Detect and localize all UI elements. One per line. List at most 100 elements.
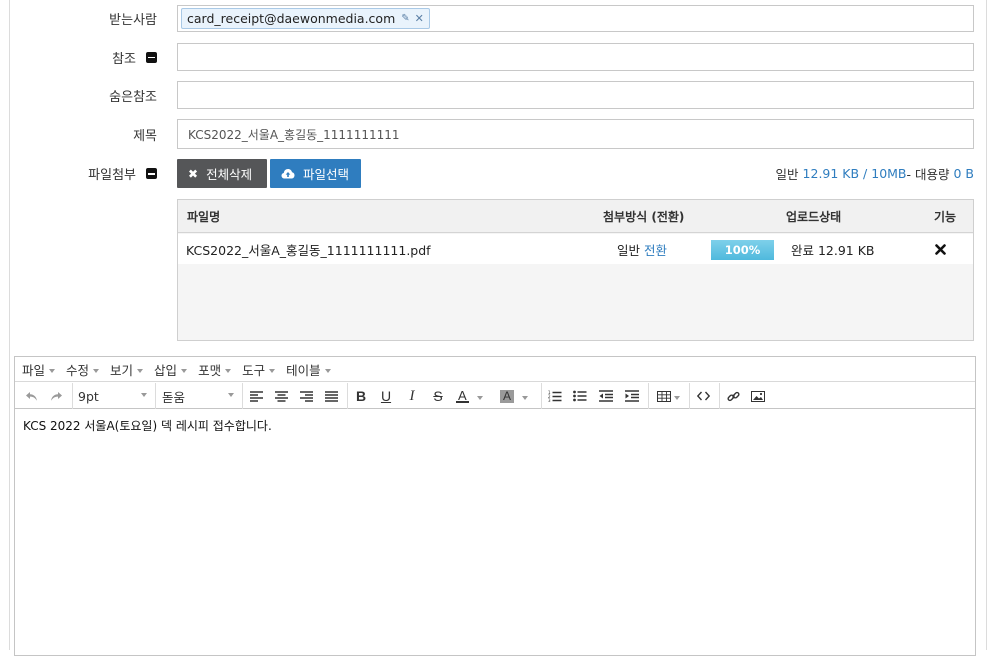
svg-text:3: 3 <box>548 398 551 402</box>
menu-item[interactable]: 포맷 <box>198 360 232 379</box>
editor-toolbar: 9pt 돋움 B U I S A A 1 2 3 <box>15 383 975 409</box>
numbered-list-icon: 123 <box>548 390 562 402</box>
menu-item-label: 파일 <box>22 362 46 378</box>
edit-pencil-icon[interactable]: ✎ <box>401 13 409 24</box>
delete-all-button[interactable]: ✖ 전체삭제 <box>177 159 267 188</box>
quota-prefix: 일반 <box>775 167 799 182</box>
cc-field[interactable] <box>177 43 974 71</box>
switch-method-link[interactable]: 전환 <box>644 240 667 259</box>
font-family-select[interactable]: 돋움 <box>156 383 242 409</box>
select-file-button[interactable]: 파일선택 <box>270 159 361 188</box>
menu-item-label: 도구 <box>242 362 266 378</box>
toolbar-separator <box>541 383 542 409</box>
bcc-field[interactable] <box>177 81 974 109</box>
rich-text-editor: 파일 수정 보기 삽입 포맷 도구 테이블 9pt 돋움 B U I S A A… <box>14 356 976 656</box>
underline-icon: U <box>380 388 392 404</box>
align-left-button[interactable] <box>244 383 268 409</box>
recipient-tag[interactable]: card_receipt@daewonmedia.com ✎ ✕ <box>181 8 430 29</box>
col-filename: 파일명 <box>187 209 221 224</box>
chevron-down-icon <box>269 368 276 373</box>
font-family-value: 돋움 <box>162 389 186 405</box>
quota-large: 0 B <box>953 166 974 181</box>
bold-button[interactable]: B <box>349 383 373 409</box>
align-right-button[interactable] <box>294 383 318 409</box>
attach-collapse-icon[interactable] <box>146 168 157 179</box>
cloud-upload-icon <box>281 168 295 179</box>
chevron-down-icon <box>93 368 100 373</box>
quota-used: 12.91 KB / 10MB <box>802 166 907 181</box>
bcc-label: 숨은참조 <box>109 89 157 105</box>
attachment-table-header: 파일명 첨부방식 (전환) 업로드상태 기능 <box>178 200 973 233</box>
redo-icon <box>50 391 62 401</box>
cc-input[interactable] <box>178 44 973 70</box>
align-justify-button[interactable] <box>319 383 343 409</box>
col-upload-status: 업로드상태 <box>786 209 842 224</box>
attach-label-wrap: 파일첨부 <box>88 159 157 188</box>
menu-item[interactable]: 수정 <box>66 360 100 379</box>
menu-item[interactable]: 삽입 <box>154 360 188 379</box>
text-color-button[interactable]: A <box>452 383 492 409</box>
chevron-down-icon <box>522 395 529 400</box>
editor-body-text[interactable]: KCS 2022 서울A(토요일) 덱 레시피 접수합니다. <box>23 417 272 434</box>
to-field[interactable]: card_receipt@daewonmedia.com ✎ ✕ <box>177 5 974 32</box>
upload-status: 완료 12.91 KB <box>791 242 875 258</box>
menu-item[interactable]: 보기 <box>110 360 144 379</box>
indent-button[interactable] <box>620 383 644 409</box>
indent-icon <box>625 390 639 402</box>
insert-link-button[interactable] <box>721 383 745 409</box>
menu-item[interactable]: 도구 <box>242 360 276 379</box>
bcc-row: 숨은참조 <box>0 81 995 109</box>
toolbar-separator <box>648 383 649 409</box>
cc-collapse-icon[interactable] <box>146 51 157 63</box>
source-code-button[interactable] <box>691 383 715 409</box>
table-icon <box>656 390 671 402</box>
chevron-down-icon <box>181 368 188 373</box>
cc-row: 참조 <box>0 43 995 71</box>
toolbar-separator <box>242 383 243 409</box>
insert-image-button[interactable] <box>746 383 770 409</box>
col-method: 첨부방식 (전환) <box>603 209 685 224</box>
italic-icon: I <box>409 387 415 404</box>
redo-button[interactable] <box>44 383 68 409</box>
quota-separator: - 대용량 <box>906 167 950 182</box>
subject-field[interactable] <box>177 119 974 149</box>
background-color-button[interactable]: A <box>496 383 536 409</box>
align-center-button[interactable] <box>269 383 293 409</box>
delete-x-icon: ✖ <box>188 166 199 181</box>
chevron-down-icon <box>141 393 147 397</box>
table-button[interactable] <box>650 383 686 409</box>
align-center-icon <box>274 390 288 402</box>
chevron-down-icon <box>673 395 680 400</box>
italic-button[interactable]: I <box>400 383 424 409</box>
toolbar-separator <box>719 383 720 409</box>
align-left-icon <box>249 390 263 402</box>
attachment-row: KCS2022_서울A_홍길동_1111111111.pdf 일반 전환 100… <box>178 234 973 264</box>
attachment-method: 일반 전환 <box>617 234 667 264</box>
menu-item-label: 수정 <box>66 362 90 378</box>
menu-item-label: 삽입 <box>154 362 178 378</box>
numbered-list-button[interactable]: 123 <box>543 383 567 409</box>
menu-item[interactable]: 파일 <box>22 360 56 379</box>
strikethrough-button[interactable]: S <box>426 383 450 409</box>
outdent-icon <box>599 390 613 402</box>
subject-input[interactable] <box>178 120 973 148</box>
remove-recipient-icon[interactable]: ✕ <box>415 12 424 25</box>
menu-item[interactable]: 테이블 <box>286 360 331 379</box>
bullet-list-button[interactable] <box>568 383 592 409</box>
close-icon <box>934 243 946 255</box>
toolbar-separator <box>689 383 690 409</box>
undo-button[interactable] <box>19 383 43 409</box>
attachment-filename: KCS2022_서울A_홍길동_1111111111.pdf <box>186 242 431 258</box>
undo-icon <box>25 391 37 401</box>
underline-button[interactable]: U <box>374 383 398 409</box>
remove-attachment-button[interactable] <box>934 234 946 264</box>
font-size-select[interactable]: 9pt <box>73 383 155 409</box>
upload-progress-bar: 100% <box>711 240 774 260</box>
select-file-label: 파일선택 <box>303 167 350 182</box>
col-actions: 기능 <box>934 209 957 224</box>
attach-label: 파일첨부 <box>88 168 136 183</box>
bcc-input[interactable] <box>178 82 973 108</box>
to-row: 받는사람 card_receipt@daewonmedia.com ✎ ✕ <box>0 5 995 32</box>
outdent-button[interactable] <box>594 383 618 409</box>
toolbar-separator <box>347 383 348 409</box>
